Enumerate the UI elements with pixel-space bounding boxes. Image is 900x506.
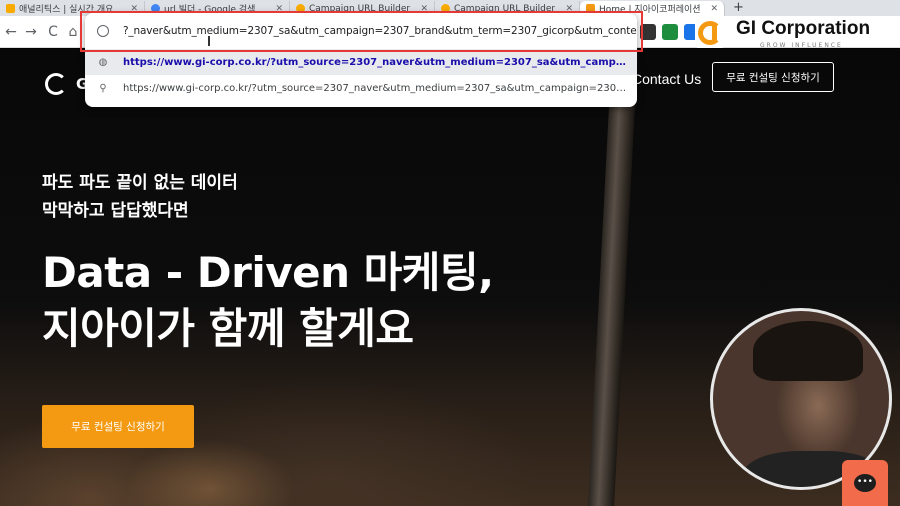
brand-name: GI Corporation [736,18,871,39]
text-cursor [208,36,210,46]
nav-contact-us[interactable]: Contact Us [632,71,701,87]
header-consult-button[interactable]: 무료 컨설팅 신청하기 [712,62,834,92]
hero-subtitle-line-2: 막막하고 답답했다면 [42,201,189,221]
brand-tagline: GROW INFLUENCE [760,42,843,49]
hero-title: Data - Driven 마케팅, 지아이가 함께 할게요 [42,245,494,357]
analytics-icon [6,4,15,13]
suggestion-row-selected[interactable]: ◍ https://www.gi-corp.co.kr/?utm_source=… [85,49,637,75]
hero-title-line-2: 지아이가 함께 할게요 [42,304,414,353]
search-icon: ⚲ [99,82,107,94]
suggestion-row-search[interactable]: ⚲ https://www.gi-corp.co.kr/?utm_source=… [85,75,637,101]
screen: 애널리틱스 | 실시간 개요 ✕ url 빌더 - Google 검색 ✕ Ca… [0,0,900,506]
hero-title-line-1: Data - Driven 마케팅, [42,248,494,297]
close-icon[interactable]: ✕ [710,4,718,14]
hero-subtitle: 파도 파도 끝이 없는 데이터 막막하고 답답했다면 [42,169,238,225]
suggestion-url: https://www.gi-corp.co.kr/?utm_source=23… [123,82,631,94]
back-arrow-icon[interactable]: ← [2,23,20,41]
hero-subtitle-line-1: 파도 파도 끝이 없는 데이터 [42,173,238,193]
chat-button[interactable]: ••• [842,460,888,506]
cta-consult-button[interactable]: 무료 컨설팅 신청하기 [42,405,194,448]
chat-bubble-icon: ••• [854,474,876,492]
globe-icon: ◍ [98,56,108,68]
forward-arrow-icon[interactable]: → [22,23,40,41]
new-tab-button[interactable]: + [725,1,752,16]
site-logo-icon[interactable] [45,73,67,95]
chisel-image [588,49,638,506]
green-extension-icon[interactable] [662,24,678,40]
gi-logo-icon [695,18,725,48]
suggestion-url: https://www.gi-corp.co.kr/?utm_source=23… [123,56,631,68]
refresh-icon[interactable]: C [44,23,62,41]
highlight-box [80,11,643,52]
